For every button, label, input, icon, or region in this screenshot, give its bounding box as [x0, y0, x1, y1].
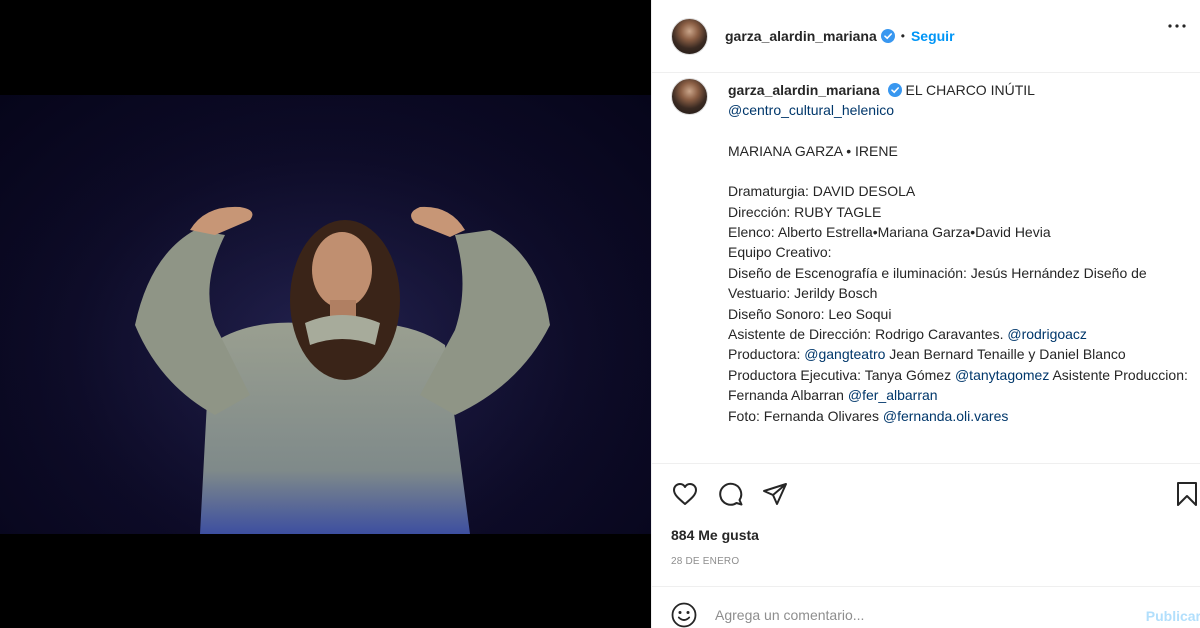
mention-tanytagomez[interactable]: @tanytagomez	[955, 367, 1049, 383]
author-avatar[interactable]	[671, 17, 708, 55]
caption-body: garza_alardin_mariana EL CHARCO INÚTIL @…	[728, 80, 1200, 426]
emoji-icon[interactable]	[671, 602, 697, 628]
post-header: garza_alardin_mariana • Seguir	[652, 0, 1200, 73]
caption-sonoro: Diseño Sonoro: Leo Soqui	[728, 305, 892, 322]
caption-equipo: Equipo Creativo:	[728, 244, 832, 261]
verified-icon	[887, 83, 902, 97]
caption-cast-line: MARIANA GARZA • IRENE	[728, 142, 898, 159]
mention-rodrigoacz[interactable]: @rodrigoacz	[1007, 326, 1087, 342]
instagram-post: garza_alardin_mariana • Seguir garza_ala…	[0, 0, 1200, 628]
mention-venue[interactable]: @centro_cultural_helenico	[728, 102, 894, 118]
caption-foto: Foto: Fernanda Olivares @fernanda.oli.va…	[728, 406, 1200, 426]
share-icon[interactable]	[761, 480, 789, 508]
separator-dot: •	[900, 29, 905, 43]
mention-gangteatro[interactable]: @gangteatro	[804, 346, 885, 362]
follow-button[interactable]: Seguir	[911, 28, 955, 44]
caption-title: EL CHARCO INÚTIL	[905, 82, 1035, 98]
caption-productora: Productora: @gangteatro Jean Bernard Ten…	[728, 344, 1200, 364]
caption-username[interactable]: garza_alardin_mariana	[728, 82, 880, 98]
more-horizontal-icon[interactable]	[1165, 14, 1189, 38]
caption-author-avatar[interactable]	[671, 78, 708, 115]
caption-asistente: Asistente de Dirección: Rodrigo Caravant…	[728, 324, 1200, 344]
post-media	[0, 0, 651, 628]
caption-ejecutiva-text: Productora Ejecutiva: Tanya Gómez	[728, 366, 955, 383]
performer-photo-illustration	[0, 95, 651, 534]
heart-icon[interactable]	[671, 480, 699, 508]
mention-fer-albarran[interactable]: @fer_albarran	[848, 387, 938, 403]
mention-fernanda-oli-vares[interactable]: @fernanda.oli.vares	[883, 408, 1009, 424]
caption-escenografia: Diseño de Escenografía e iluminación: Je…	[728, 264, 1147, 302]
verified-icon	[880, 29, 895, 43]
post-photo[interactable]	[0, 95, 651, 534]
caption-elenco: Elenco: Alberto Estrella•Mariana Garza•D…	[728, 224, 1051, 241]
caption-asistente-text: Asistente de Dirección: Rodrigo Caravant…	[728, 326, 1008, 343]
bookmark-icon[interactable]	[1173, 480, 1200, 508]
post-actions	[652, 463, 1200, 523]
caption-foto-text: Foto: Fernanda Olivares	[728, 407, 883, 424]
caption-productora-rest: Jean Bernard Tenaille y Daniel Blanco	[885, 346, 1126, 363]
post-date[interactable]: 28 DE ENERO	[671, 556, 739, 567]
likes-count[interactable]: 884 Me gusta	[671, 527, 759, 543]
post-caption: garza_alardin_mariana EL CHARCO INÚTIL @…	[671, 78, 1200, 463]
post-side-panel: garza_alardin_mariana • Seguir garza_ala…	[651, 0, 1200, 628]
author-username[interactable]: garza_alardin_mariana	[725, 28, 877, 44]
caption-direccion: Dirección: RUBY TAGLE	[728, 203, 882, 220]
caption-productora-text: Productora:	[728, 346, 805, 363]
comment-input[interactable]	[715, 607, 1095, 623]
publish-button[interactable]: Publicar	[1146, 608, 1200, 624]
comment-bar: Publicar	[652, 586, 1200, 628]
comment-icon[interactable]	[717, 480, 745, 508]
caption-ejecutiva: Productora Ejecutiva: Tanya Gómez @tanyt…	[728, 365, 1200, 406]
caption-dramaturgia: Dramaturgia: DAVID DESOLA	[728, 183, 916, 200]
